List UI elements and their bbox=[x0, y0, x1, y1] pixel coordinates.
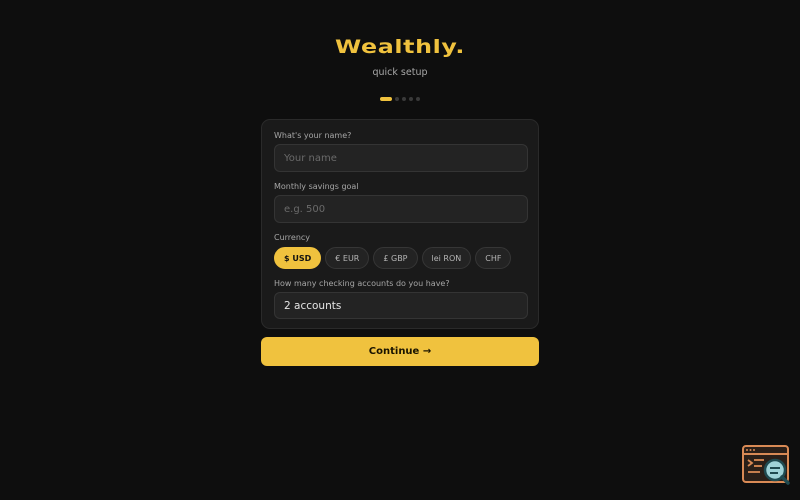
currency-option-usd[interactable]: $ USD bbox=[274, 247, 322, 269]
currency-option-ron[interactable]: lei RON bbox=[421, 247, 472, 269]
browser-search-icon[interactable] bbox=[742, 445, 790, 485]
name-label: What's your name? bbox=[274, 131, 352, 140]
accounts-select[interactable]: 2 accounts bbox=[274, 292, 528, 319]
page-subtitle: quick setup bbox=[372, 67, 428, 78]
savings-goal-input[interactable]: e.g. 500 bbox=[274, 195, 528, 223]
continue-button[interactable]: Continue → bbox=[261, 337, 539, 366]
app-logo: Wealthly. bbox=[335, 36, 465, 58]
currency-option-chf[interactable]: CHF bbox=[475, 247, 512, 269]
step-indicator bbox=[0, 97, 800, 101]
currency-label: Currency bbox=[274, 233, 311, 242]
step-dot-4 bbox=[409, 97, 413, 101]
savings-goal-label: Monthly savings goal bbox=[274, 182, 359, 191]
currency-option-eur[interactable]: € EUR bbox=[325, 247, 370, 269]
currency-option-gbp[interactable]: £ GBP bbox=[373, 247, 418, 269]
accounts-label: How many checking accounts do you have? bbox=[274, 279, 450, 288]
setup-page: Wealthly. quick setup What's your name? … bbox=[0, 0, 800, 500]
step-dot-2 bbox=[395, 97, 399, 101]
step-dot-5 bbox=[416, 97, 420, 101]
step-dot-1 bbox=[380, 97, 392, 101]
name-input[interactable]: Your name bbox=[274, 144, 528, 172]
currency-selector: $ USD € EUR £ GBP lei RON CHF bbox=[274, 247, 512, 269]
setup-form-card: What's your name? Your name Monthly savi… bbox=[261, 119, 539, 329]
step-dot-3 bbox=[402, 97, 406, 101]
